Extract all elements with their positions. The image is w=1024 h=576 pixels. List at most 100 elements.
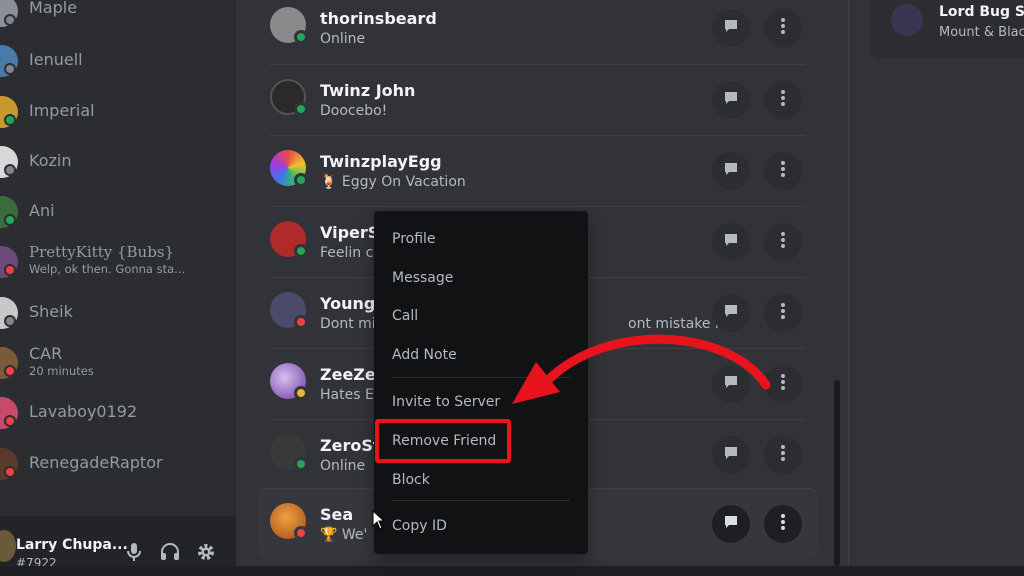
status-offline-icon [4,14,16,26]
status-online-icon [294,244,308,258]
chat-bubble-icon [723,445,739,465]
dm-name: Imperial [29,101,95,120]
friend-status: Feelin c [320,245,374,261]
more-options-button[interactable] [764,365,802,403]
friend-name: ViperS [320,223,380,242]
more-options-button[interactable] [764,9,802,47]
status-online-icon [294,457,308,471]
menu-item-copy-id[interactable]: Copy ID [382,510,580,542]
status-dnd-icon [4,415,16,427]
friend-row[interactable]: TwinzplayEgg 🍹 Eggy On Vacation [270,135,806,206]
vertical-ellipsis-icon [781,18,785,38]
vertical-ellipsis-icon [781,161,785,181]
status-offline-icon [4,63,16,75]
chat-bubble-icon [723,303,739,323]
menu-divider [392,500,570,501]
menu-item-call[interactable]: Call [382,300,580,332]
cursor-icon [372,510,386,530]
status-online-icon [4,214,16,226]
friend-status: Online [320,31,366,47]
status-offline-icon [4,164,16,176]
message-button[interactable] [712,436,750,474]
friend-status: 🍹 Eggy On Vacation [320,174,466,190]
trophy-emoji: 🏆 [320,527,338,543]
message-button[interactable] [712,152,750,190]
active-now-card[interactable]: Lord Bug Sp Mount & Blac [871,0,1024,58]
gear-icon[interactable] [194,540,218,564]
vertical-ellipsis-icon [781,90,785,110]
friend-row[interactable]: thorinsbeard Online [270,0,806,64]
status-dnd-icon [294,526,308,540]
message-button[interactable] [712,505,750,543]
friend-name: ZeroSt [320,436,381,455]
dm-item-maple[interactable]: Maple [0,0,236,34]
dm-name: Maple [29,0,78,17]
user-name: Larry Chupa... [16,537,128,553]
dm-item-prettykitty[interactable]: PrettyKitty {Bubs} Welp, ok then. Gonna … [0,239,236,285]
avatar[interactable] [0,530,16,562]
cocktail-emoji: 🍹 [320,174,338,190]
vertical-ellipsis-icon [781,303,785,323]
friend-status: Hates E [320,387,374,403]
menu-item-profile[interactable]: Profile [382,223,580,255]
dm-name: Ani [29,201,55,220]
dm-name: Lavaboy0192 [29,402,138,421]
more-options-button[interactable] [764,152,802,190]
friend-name: Young [320,294,376,313]
dm-item-imperial[interactable]: Imperial [0,89,236,135]
message-button[interactable] [712,365,750,403]
more-options-button[interactable] [764,436,802,474]
active-game: Mount & Blac [939,25,1024,40]
friend-status: Online [320,458,366,474]
dm-item-ani[interactable]: Ani [0,189,236,235]
dm-item-ienuell[interactable]: Ienuell [0,38,236,84]
status-online-icon [294,173,308,187]
dm-item-renegaderaptor[interactable]: RenegadeRaptor [0,441,236,487]
chat-bubble-icon [723,161,739,181]
status-dnd-icon [4,264,16,276]
more-options-button[interactable] [764,294,802,332]
dm-item-lavaboy[interactable]: Lavaboy0192 [0,390,236,436]
dm-sidebar: Maple Ienuell Imperial Kozin Ani PrettyK… [0,0,236,576]
more-options-button[interactable] [764,223,802,261]
status-dnd-icon [4,365,16,377]
dm-item-sheik[interactable]: Sheik [0,290,236,336]
message-button[interactable] [712,9,750,47]
friend-row[interactable]: Twinz John Doocebo! [270,64,806,135]
friend-name: Twinz John [320,81,416,100]
status-dnd-icon [294,315,308,329]
friend-name: Sea [320,505,354,524]
scrollbar[interactable] [834,380,840,566]
chat-bubble-icon [723,232,739,252]
menu-item-block[interactable]: Block [382,464,580,496]
menu-item-invite-to-server[interactable]: Invite to Server [382,386,580,418]
dm-name: Kozin [29,151,72,170]
status-online-icon [294,30,308,44]
chat-bubble-icon [723,514,739,534]
bottom-strip [0,566,1024,576]
chat-bubble-icon [723,90,739,110]
friend-status: Dont mi [320,316,376,332]
context-menu: Profile Message Call Add Note Invite to … [374,211,588,554]
more-options-button[interactable] [764,81,802,119]
friend-name: thorinsbeard [320,9,437,28]
status-offline-icon [4,315,16,327]
more-options-button[interactable] [764,505,802,543]
dm-item-kozin[interactable]: Kozin [0,139,236,185]
active-now-panel: Lord Bug Sp Mount & Blac [848,0,1024,576]
status-dnd-icon [4,466,16,478]
headphones-icon[interactable] [158,540,182,564]
dm-item-car[interactable]: CAR 20 minutes [0,340,236,386]
chat-bubble-icon [723,18,739,38]
dm-name: Sheik [29,302,73,321]
message-button[interactable] [712,223,750,261]
microphone-icon[interactable] [122,540,146,564]
friend-status: Doocebo! [320,103,388,119]
message-button[interactable] [712,294,750,332]
menu-item-message[interactable]: Message [382,262,580,294]
highlight-box [375,419,511,463]
menu-item-add-note[interactable]: Add Note [382,339,580,371]
status-idle-icon [294,386,308,400]
message-button[interactable] [712,81,750,119]
menu-divider [392,377,570,378]
